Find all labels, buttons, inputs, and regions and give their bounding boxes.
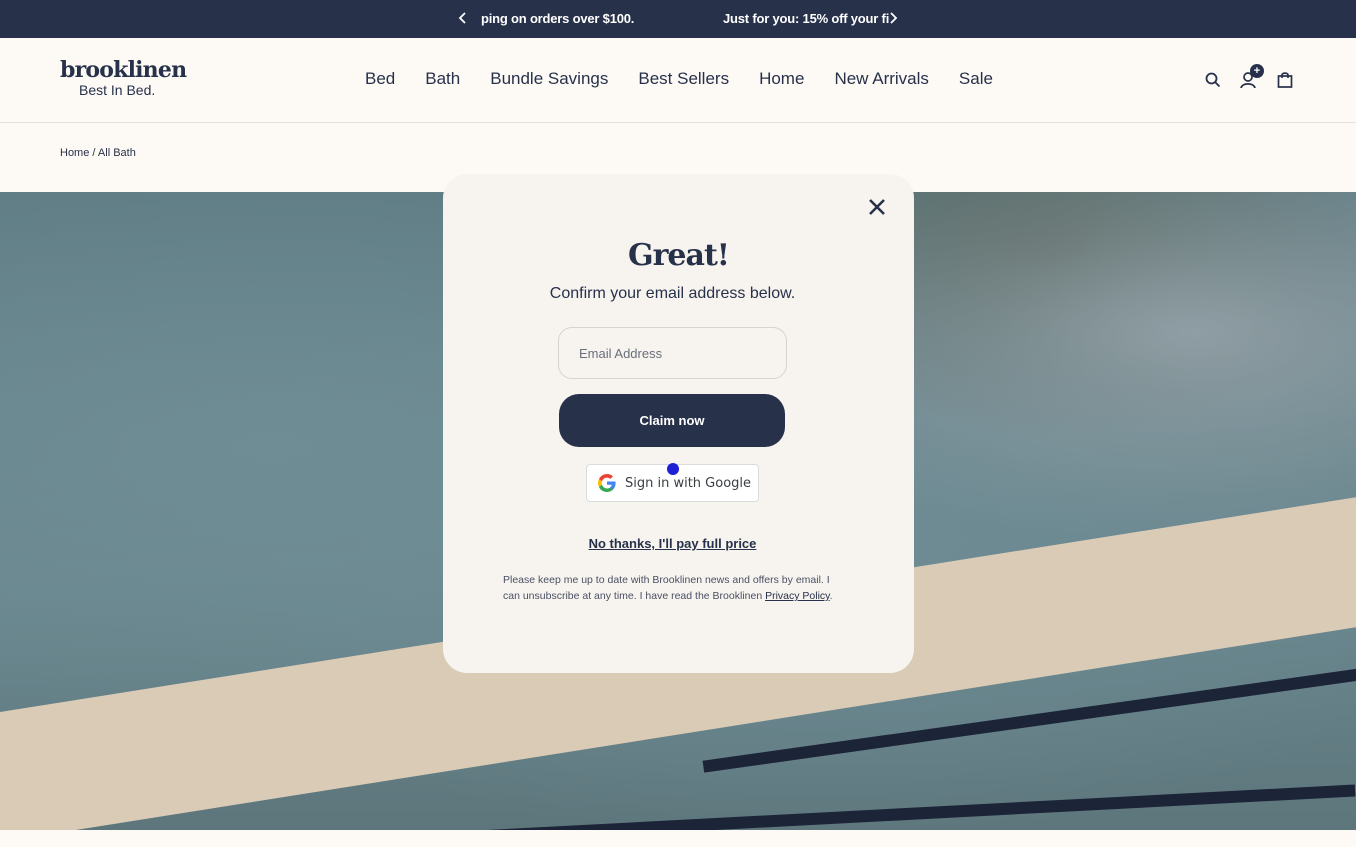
logo[interactable]: brooklinen Best In Bed. — [60, 57, 187, 98]
promo-prev-button[interactable] — [453, 8, 473, 28]
cursor-indicator — [667, 463, 679, 475]
chevron-right-icon — [890, 12, 898, 24]
nav-bundle-savings[interactable]: Bundle Savings — [490, 69, 608, 89]
main-nav: Bed Bath Bundle Savings Best Sellers Hom… — [365, 69, 1023, 89]
email-field[interactable] — [558, 327, 787, 379]
claim-now-button[interactable]: Claim now — [559, 394, 785, 447]
legal-end: . — [829, 590, 833, 602]
page-footer-strip — [0, 830, 1356, 847]
logo-wordmark: brooklinen — [60, 57, 187, 83]
google-icon — [598, 474, 616, 492]
close-icon — [869, 199, 885, 215]
logo-tagline: Best In Bed. — [79, 82, 156, 98]
no-thanks-link[interactable]: No thanks, I'll pay full price — [443, 536, 902, 551]
bag-icon — [1277, 72, 1293, 88]
site-header: brooklinen Best In Bed. Bed Bath Bundle … — [0, 38, 1356, 123]
promo-message-2[interactable]: Just for you: 15% off your fi — [723, 11, 889, 26]
google-sign-in-label: Sign in with Google — [625, 475, 752, 491]
account-badge: + — [1250, 64, 1264, 78]
cart-button[interactable] — [1275, 70, 1295, 90]
nav-home[interactable]: Home — [759, 69, 804, 89]
breadcrumb-home[interactable]: Home — [60, 147, 89, 159]
privacy-policy-link[interactable]: Privacy Policy — [765, 590, 830, 602]
search-button[interactable] — [1203, 70, 1223, 90]
breadcrumb: Home / All Bath — [60, 147, 136, 159]
header-icons: + — [1203, 64, 1295, 90]
legal-text: Please keep me up to date with Brookline… — [503, 572, 848, 604]
breadcrumb-separator: / — [92, 147, 96, 159]
chevron-left-icon — [458, 12, 466, 24]
close-button[interactable] — [866, 196, 888, 218]
promo-next-button[interactable] — [883, 8, 903, 28]
nav-bed[interactable]: Bed — [365, 69, 395, 89]
search-icon — [1205, 72, 1221, 88]
nav-bath[interactable]: Bath — [425, 69, 460, 89]
nav-sale[interactable]: Sale — [959, 69, 993, 89]
breadcrumb-current[interactable]: All Bath — [98, 147, 136, 159]
nav-new-arrivals[interactable]: New Arrivals — [834, 69, 928, 89]
nav-best-sellers[interactable]: Best Sellers — [638, 69, 729, 89]
modal-subtitle: Confirm your email address below. — [549, 285, 796, 302]
modal-title: Great! — [628, 238, 730, 273]
promo-bar: ping on orders over $100. Just for you: … — [0, 0, 1356, 38]
promo-message-1[interactable]: ping on orders over $100. — [481, 11, 634, 26]
account-button[interactable]: + — [1239, 64, 1264, 90]
